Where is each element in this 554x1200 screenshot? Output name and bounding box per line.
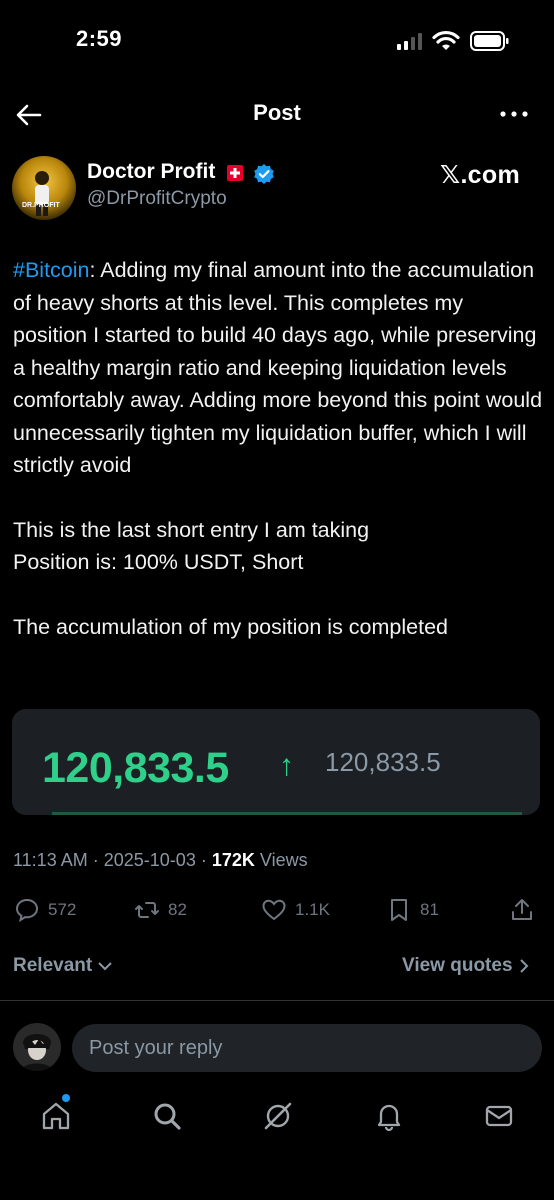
card-accent-line xyxy=(52,812,522,815)
home-notification-dot xyxy=(62,1094,70,1102)
nav-home[interactable] xyxy=(40,1100,72,1132)
like-icon xyxy=(262,899,286,921)
divider xyxy=(0,1000,554,1001)
wifi-icon xyxy=(432,30,460,50)
chevron-down-icon xyxy=(98,962,113,971)
share-icon xyxy=(512,899,532,920)
x-com-label: 𝕏.com xyxy=(440,161,520,189)
verified-icon xyxy=(254,164,274,184)
post-paragraph-1: : Adding my final amount into the accumu… xyxy=(13,258,543,477)
nav-grok[interactable] xyxy=(262,1100,294,1132)
post-text: #Bitcoin: Adding my final amount into th… xyxy=(13,254,543,643)
grok-icon xyxy=(264,1102,292,1130)
bottom-nav xyxy=(0,1080,554,1200)
post-paragraph-3: The accumulation of my position is compl… xyxy=(13,614,448,639)
meta-separator: · xyxy=(92,850,99,870)
hashtag-link[interactable]: #Bitcoin xyxy=(13,258,90,282)
nav-messages[interactable] xyxy=(483,1100,515,1132)
share-button[interactable] xyxy=(509,895,535,925)
sort-label: Relevant xyxy=(13,955,93,976)
battery-icon xyxy=(470,31,509,51)
up-arrow-icon: ↑ xyxy=(279,749,294,782)
repost-icon xyxy=(135,902,159,918)
chevron-right-icon xyxy=(520,959,529,973)
sort-replies-dropdown[interactable]: Relevant xyxy=(13,955,113,977)
post-date: 2025-10-03 xyxy=(103,850,196,870)
meta-separator: · xyxy=(200,850,207,870)
reply-icon xyxy=(15,898,39,923)
post-paragraph-2-line-1: This is the last short entry I am taking xyxy=(13,517,370,542)
post-time: 11:13 AM xyxy=(13,850,88,870)
author-name[interactable]: Doctor Profit xyxy=(87,160,215,184)
post-paragraph-2-line-2: Position is: 100% USDT, Short xyxy=(13,550,304,574)
reply-button[interactable]: 572 xyxy=(14,895,76,925)
price-secondary: 120,833.5 xyxy=(325,747,441,777)
repost-button[interactable]: 82 xyxy=(134,895,187,925)
nav-search[interactable] xyxy=(151,1100,183,1132)
more-icon[interactable] xyxy=(497,104,531,124)
bookmark-icon xyxy=(391,899,407,921)
views-label: Views xyxy=(259,850,308,870)
bell-icon xyxy=(377,1104,401,1132)
user-avatar[interactable] xyxy=(13,1023,61,1071)
status-time: 2:59 xyxy=(76,26,123,51)
reply-input[interactable] xyxy=(72,1024,542,1072)
reply-count: 572 xyxy=(48,900,77,919)
price-main: 120,833.5 xyxy=(42,744,229,792)
repost-count: 82 xyxy=(168,900,187,919)
post-meta: 11:13 AM · 2025-10-03 · 172K Views xyxy=(13,850,308,871)
mail-icon xyxy=(485,1105,513,1127)
like-count: 1.1K xyxy=(295,900,330,919)
bookmark-button[interactable]: 81 xyxy=(386,895,439,925)
view-quotes-label: View quotes xyxy=(402,955,513,976)
home-icon xyxy=(42,1102,70,1130)
swiss-flag-icon xyxy=(227,165,243,181)
author-handle[interactable]: @DrProfitCrypto xyxy=(87,188,227,210)
page-title: Post xyxy=(253,100,301,125)
view-quotes-link[interactable]: View quotes xyxy=(402,955,530,977)
author-avatar[interactable]: DR.PROFIT xyxy=(12,156,76,220)
price-image-card[interactable]: 120,833.5 ↑ 120,833.5 xyxy=(12,709,540,815)
nav-notifications[interactable] xyxy=(373,1100,405,1132)
like-button[interactable]: 1.1K xyxy=(261,895,330,925)
bookmark-count: 81 xyxy=(420,900,439,919)
views-count[interactable]: 172K xyxy=(212,850,255,870)
avatar-logo-text: DR.PROFIT xyxy=(22,202,60,209)
cellular-signal-icon xyxy=(397,33,422,50)
search-icon xyxy=(154,1103,181,1130)
